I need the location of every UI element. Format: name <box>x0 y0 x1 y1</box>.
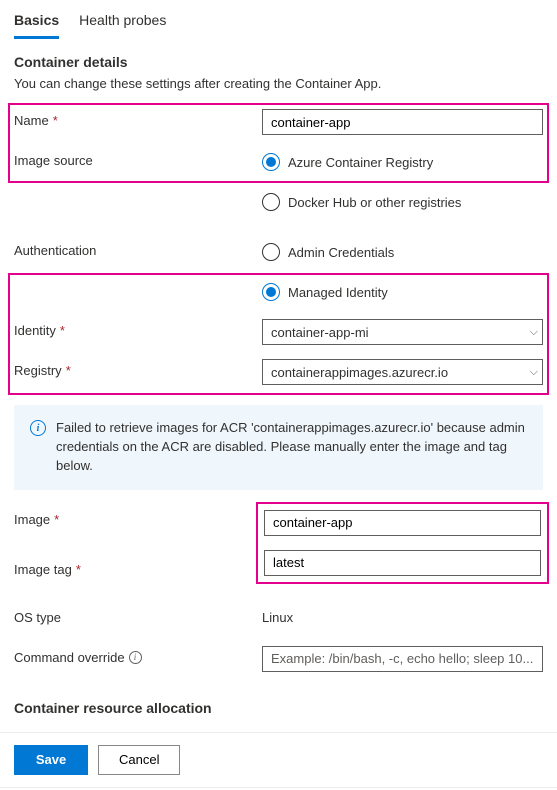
section-title: Container details <box>14 54 543 70</box>
highlight-image <box>256 502 549 584</box>
auth-admin-radio[interactable]: Admin Credentials <box>262 239 543 265</box>
auth-managed-radio[interactable]: Managed Identity <box>262 279 543 305</box>
info-icon: i <box>30 420 46 436</box>
tab-health-probes[interactable]: Health probes <box>79 6 166 39</box>
info-message-box: i Failed to retrieve images for ACR 'con… <box>14 405 543 490</box>
chevron-down-icon: ⌵ <box>530 326 538 339</box>
info-text: Failed to retrieve images for ACR 'conta… <box>56 419 527 476</box>
section-desc: You can change these settings after crea… <box>14 76 543 91</box>
image-tag-label: Image tag * <box>14 558 262 577</box>
radio-label: Azure Container Registry <box>288 155 433 170</box>
radio-label: Docker Hub or other registries <box>288 195 461 210</box>
select-value: containerappimages.azurecr.io <box>271 365 448 380</box>
footer-actions: Save Cancel <box>0 732 557 788</box>
os-type-label: OS type <box>14 606 262 625</box>
authentication-label: Authentication <box>14 239 262 258</box>
command-override-input[interactable] <box>262 646 543 672</box>
required-marker: * <box>76 562 81 577</box>
required-marker: * <box>53 113 58 128</box>
command-override-label: Command override i <box>14 646 262 665</box>
os-type-value: Linux <box>262 606 543 625</box>
radio-icon <box>262 153 280 171</box>
highlight-identity-registry: Managed Identity Identity * container-ap… <box>8 273 549 395</box>
radio-icon <box>262 243 280 261</box>
info-icon[interactable]: i <box>129 651 142 664</box>
name-input[interactable] <box>262 109 543 135</box>
required-marker: * <box>66 363 71 378</box>
tab-basics[interactable]: Basics <box>14 6 59 39</box>
required-marker: * <box>60 323 65 338</box>
identity-select[interactable]: container-app-mi ⌵ <box>262 319 543 345</box>
cancel-button[interactable]: Cancel <box>98 745 180 775</box>
radio-label: Managed Identity <box>288 285 388 300</box>
image-source-docker-radio[interactable]: Docker Hub or other registries <box>262 189 543 215</box>
image-source-label: Image source <box>14 149 262 168</box>
image-tag-input[interactable] <box>264 550 541 576</box>
save-button[interactable]: Save <box>14 745 88 775</box>
registry-select[interactable]: containerappimages.azurecr.io ⌵ <box>262 359 543 385</box>
select-value: container-app-mi <box>271 325 369 340</box>
radio-icon <box>262 283 280 301</box>
chevron-down-icon: ⌵ <box>530 366 538 379</box>
image-label: Image * <box>14 508 262 527</box>
radio-icon <box>262 193 280 211</box>
identity-label: Identity * <box>14 319 262 338</box>
tabs-bar: Basics Health probes <box>0 0 557 40</box>
image-source-acr-radio[interactable]: Azure Container Registry <box>262 149 543 175</box>
container-details-section: Container details You can change these s… <box>0 40 557 674</box>
image-input[interactable] <box>264 510 541 536</box>
radio-label: Admin Credentials <box>288 245 394 260</box>
required-marker: * <box>54 512 59 527</box>
registry-label: Registry * <box>14 359 262 378</box>
resource-allocation-title: Container resource allocation <box>0 686 557 716</box>
highlight-name-imagesource: Name * Image source Azure Container Regi… <box>8 103 549 183</box>
name-label: Name * <box>14 109 262 128</box>
